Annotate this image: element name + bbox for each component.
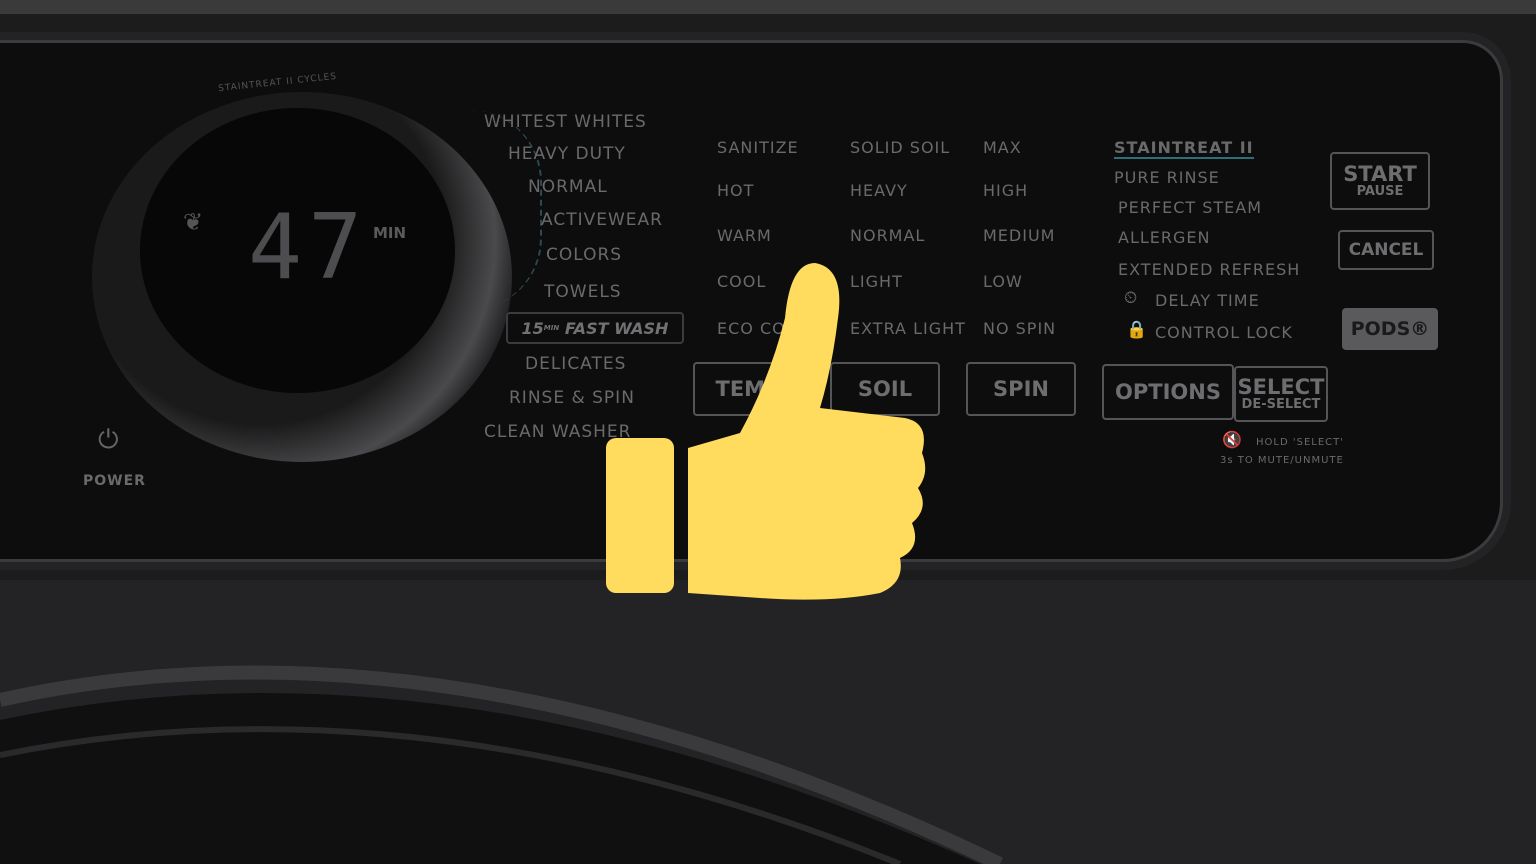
- cycle-option[interactable]: WHITEST WHITES: [484, 112, 647, 132]
- mute-hint-2: 3s TO MUTE/UNMUTE: [1220, 455, 1344, 466]
- spin-option[interactable]: MAX: [983, 138, 1022, 157]
- option-item[interactable]: PURE RINSE: [1114, 168, 1220, 187]
- deselect-label: DE-SELECT: [1241, 397, 1321, 412]
- cancel-button[interactable]: CANCEL: [1338, 230, 1434, 270]
- cycle-option[interactable]: NORMAL: [528, 177, 608, 197]
- cycle-option[interactable]: ACTIVEWEAR: [541, 210, 663, 230]
- options-button[interactable]: OPTIONS: [1102, 364, 1234, 420]
- time-unit: MIN: [373, 224, 407, 242]
- soil-option[interactable]: SOLID SOIL: [850, 138, 950, 157]
- lock-icon: 🔒: [1126, 320, 1149, 340]
- soil-option[interactable]: HEAVY: [850, 181, 908, 200]
- thumb-hand: [688, 263, 926, 600]
- option-item[interactable]: CONTROL LOCK: [1155, 323, 1293, 342]
- select-label: SELECT: [1237, 375, 1325, 399]
- option-item[interactable]: EXTENDED REFRESH: [1118, 260, 1300, 279]
- option-item[interactable]: PERFECT STEAM: [1118, 198, 1262, 217]
- spin-option[interactable]: LOW: [983, 272, 1023, 291]
- thumb-cuff: [606, 438, 674, 593]
- option-item[interactable]: STAINTREAT II: [1114, 138, 1254, 159]
- cycle-option[interactable]: HEAVY DUTY: [508, 144, 626, 164]
- option-item[interactable]: ALLERGEN: [1118, 228, 1210, 247]
- spin-option[interactable]: NO SPIN: [983, 319, 1056, 338]
- start-label: START: [1343, 162, 1417, 186]
- pods-button[interactable]: PODS®: [1342, 308, 1438, 350]
- power-label: POWER: [83, 473, 146, 489]
- temp-option[interactable]: HOT: [717, 181, 754, 200]
- temp-option[interactable]: SANITIZE: [717, 138, 799, 157]
- top-edge: [0, 0, 1536, 14]
- mute-hint-1: HOLD 'SELECT': [1256, 437, 1344, 448]
- time-display: 47: [248, 195, 369, 300]
- start-pause-button[interactable]: START PAUSE: [1330, 152, 1430, 210]
- pause-label: PAUSE: [1356, 184, 1404, 199]
- washer-door: [0, 665, 1004, 864]
- spin-option[interactable]: HIGH: [983, 181, 1028, 200]
- fast-wash-unit: MIN: [543, 324, 560, 332]
- option-item[interactable]: DELAY TIME: [1155, 291, 1260, 310]
- thumbs-up-icon: [606, 263, 926, 600]
- mute-icon: 🔇: [1222, 430, 1243, 449]
- select-button[interactable]: SELECT DE-SELECT: [1234, 366, 1328, 422]
- power-icon[interactable]: ⏻: [98, 425, 120, 456]
- delay-time-icon: ⏲: [1124, 288, 1139, 308]
- spin-button[interactable]: SPIN: [966, 362, 1076, 416]
- spin-option[interactable]: MEDIUM: [983, 226, 1055, 245]
- fast-wash-number: 15: [521, 318, 544, 338]
- soil-option[interactable]: NORMAL: [850, 226, 925, 245]
- leaf-icon: ❦: [183, 208, 205, 236]
- temp-option[interactable]: WARM: [717, 226, 772, 245]
